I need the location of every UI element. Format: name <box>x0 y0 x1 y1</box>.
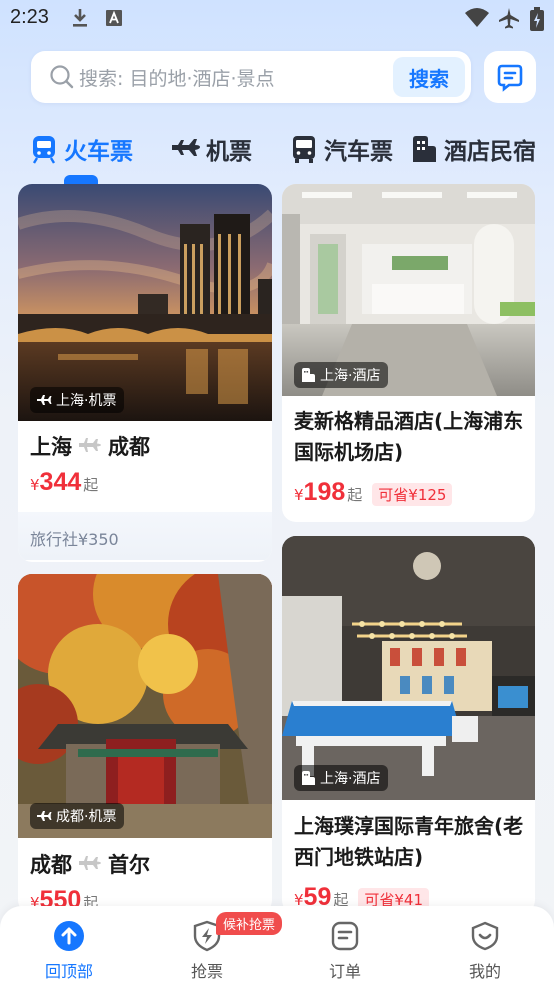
flight-card[interactable]: 成都·机票 成都 首尔 ¥ 550 起 <box>18 574 272 914</box>
hostel-lounge-photo <box>282 536 535 800</box>
nav-label: 回顶部 <box>44 962 93 981</box>
tab-train[interactable]: 火车票 <box>28 132 133 166</box>
category-tabs: 火车票 机票 汽车票 酒店民宿 <box>0 122 554 187</box>
plane-icon <box>37 395 52 405</box>
message-icon <box>497 64 523 92</box>
hotel-name: 上海璞淳国际青年旅舍(老西门地铁站店) <box>294 814 524 869</box>
search-input[interactable]: 搜索: 目的地·酒店·景点 <box>79 64 275 91</box>
agency-price: 旅行社¥350 <box>18 512 272 560</box>
download-icon <box>73 9 87 27</box>
hotel-card[interactable]: 上海·酒店 麦新格精品酒店(上海浦东国际机场店) ¥ 198 起 可省¥125 <box>282 184 535 522</box>
route-to: 成都 <box>108 435 150 459</box>
font-icon <box>106 10 122 26</box>
hotel-card[interactable]: 上海·酒店 上海璞淳国际青年旅舍(老西门地铁站店) ¥ 59 起 可省¥41 <box>282 536 535 914</box>
badge-label: 上海·酒店 <box>320 771 381 787</box>
order-icon <box>331 921 359 951</box>
search-icon <box>50 65 74 89</box>
currency: ¥ <box>30 476 40 494</box>
location-badge: 上海·酒店 <box>294 765 389 791</box>
search-box[interactable]: 搜索: 目的地·酒店·景点 搜索 <box>31 51 471 103</box>
savings-tag: 可省¥125 <box>372 483 453 506</box>
tab-hotel[interactable]: 酒店民宿 <box>408 132 536 166</box>
badge-label: 成都·机票 <box>56 809 117 825</box>
price: ¥ 344 起 <box>30 468 98 497</box>
flight-card[interactable]: 上海·机票 上海 成都 ¥ 344 起 旅行社¥350 <box>18 184 272 562</box>
nav-label: 我的 <box>468 962 501 981</box>
arrow-up-icon <box>54 921 84 951</box>
route-to: 首尔 <box>108 853 150 877</box>
wifi-icon <box>465 8 489 27</box>
hotel-icon <box>302 368 315 382</box>
hotel-icon <box>302 771 315 785</box>
price-value: 198 <box>303 478 346 506</box>
waitlist-badge: 候补抢票 <box>216 912 283 935</box>
location-badge: 上海·酒店 <box>294 362 389 388</box>
price: ¥ 198 起 可省¥125 <box>294 478 453 507</box>
badge-label: 上海·机票 <box>56 393 117 409</box>
nav-profile[interactable]: 我的 <box>440 920 530 982</box>
bottom-nav: 回顶部 抢票 订单 我的 候补抢票 <box>0 906 554 984</box>
hotel-name: 麦新格精品酒店(上海浦东国际机场店) <box>294 409 524 464</box>
price-value: 344 <box>39 468 82 496</box>
tab-flight[interactable]: 机票 <box>170 132 252 166</box>
price-suffix: 起 <box>347 486 363 504</box>
status-time: 2:23 <box>10 6 49 28</box>
route: 成都 首尔 <box>30 849 150 879</box>
location-badge: 上海·机票 <box>30 387 125 413</box>
tab-label: 机票 <box>206 139 252 165</box>
currency: ¥ <box>294 486 304 504</box>
nav-orders[interactable]: 订单 <box>300 920 390 982</box>
tab-label: 汽车票 <box>324 139 393 165</box>
plane-icon <box>37 811 52 821</box>
message-button[interactable] <box>484 51 536 103</box>
plane-icon <box>79 856 101 870</box>
plane-icon <box>79 438 101 452</box>
price-suffix: 起 <box>83 476 99 494</box>
battery-icon <box>530 7 544 31</box>
badge-label: 上海·酒店 <box>320 368 381 384</box>
nav-back-to-top[interactable]: 回顶部 <box>24 920 114 982</box>
location-badge: 成都·机票 <box>30 803 125 829</box>
train-icon <box>32 136 56 164</box>
tab-label: 酒店民宿 <box>444 139 536 165</box>
airplane-mode-icon <box>499 8 519 29</box>
tab-bus[interactable]: 汽车票 <box>288 132 393 166</box>
nav-label: 抢票 <box>190 962 223 981</box>
route: 上海 成都 <box>30 431 150 461</box>
bus-icon <box>293 136 315 163</box>
tab-label: 火车票 <box>64 139 133 165</box>
search-button[interactable]: 搜索 <box>393 57 465 97</box>
nav-label: 订单 <box>328 962 361 981</box>
hotel-icon <box>413 136 436 162</box>
status-bar: 2:23 <box>0 0 554 36</box>
profile-icon <box>471 921 499 951</box>
route-from: 上海 <box>30 435 72 459</box>
plane-icon <box>172 139 200 156</box>
chengdu-night-photo <box>18 184 272 421</box>
route-from: 成都 <box>30 853 72 877</box>
seoul-autumn-palace-photo <box>18 574 272 838</box>
